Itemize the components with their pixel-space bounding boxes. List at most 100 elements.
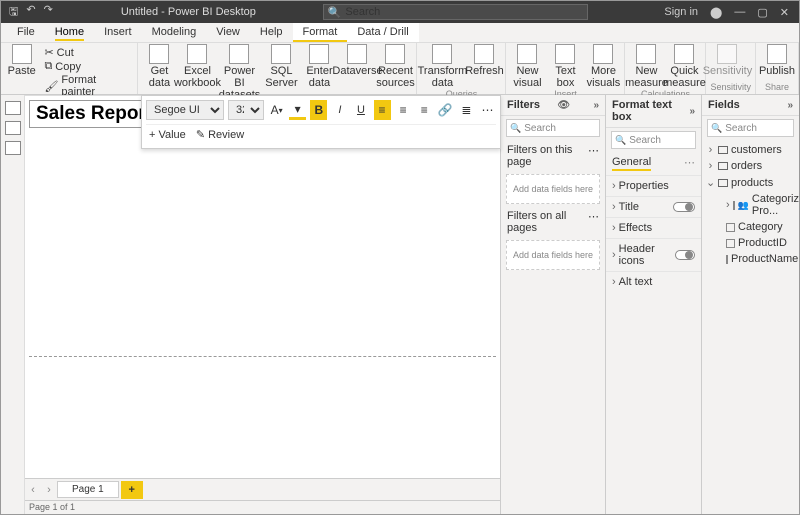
excel-button[interactable]: Excel workbook <box>180 44 214 89</box>
italic-button[interactable]: I <box>331 100 348 120</box>
cut-button[interactable]: ✂ Cut <box>44 46 131 59</box>
format-more-icon[interactable]: ⋯ <box>684 156 695 169</box>
transform-data-button[interactable]: Transform data <box>421 44 463 89</box>
bold-button[interactable]: B <box>310 100 327 120</box>
table-customers[interactable]: ›customers <box>706 142 795 158</box>
model-view-icon[interactable] <box>5 141 21 155</box>
recent-sources-button[interactable]: Recent sources <box>378 44 412 89</box>
save-icon[interactable]: 🖫 <box>9 3 18 22</box>
table-products[interactable]: ⌄products <box>706 174 795 191</box>
filters-all-pages-label: Filters on all pages⋯ <box>501 206 605 238</box>
window-title: Untitled - Power BI Desktop <box>121 6 256 18</box>
field-category[interactable]: Category <box>706 219 795 235</box>
fields-collapse-icon[interactable]: » <box>787 100 793 111</box>
fields-heading: Fields <box>708 99 740 111</box>
table-icon <box>718 179 728 187</box>
align-center-button[interactable]: ≡ <box>395 100 412 120</box>
prop-header-icons[interactable]: Header icons <box>606 238 701 271</box>
new-visual-button[interactable]: New visual <box>510 44 544 89</box>
quick-measure-button[interactable]: Quick measure <box>667 44 701 89</box>
enter-data-button[interactable]: Enter data <box>302 44 336 89</box>
font-color-button[interactable]: A▾ <box>268 100 285 120</box>
align-right-button[interactable]: ≡ <box>416 100 433 120</box>
header-toggle[interactable] <box>675 250 695 260</box>
undo-icon[interactable]: ↶ <box>26 3 35 22</box>
format-search[interactable]: Search <box>611 131 696 149</box>
prop-title[interactable]: Title <box>606 196 701 217</box>
new-measure-button[interactable]: New measure <box>629 44 663 89</box>
tab-view[interactable]: View <box>206 23 250 42</box>
filters-on-page-label: Filters on this page⋯ <box>501 140 605 172</box>
table-icon <box>718 146 728 154</box>
tab-file[interactable]: File <box>7 23 45 42</box>
sensitivity-button[interactable]: Sensitivity <box>710 44 744 77</box>
textbox-sales-report[interactable]: Sales Report <box>29 100 159 128</box>
table-icon <box>718 162 728 170</box>
tab-format[interactable]: Format <box>293 23 348 42</box>
underline-button[interactable]: U <box>352 100 369 120</box>
group-share-label: Share <box>760 82 794 93</box>
minimize-icon[interactable]: — <box>734 6 745 18</box>
filters-search[interactable]: Search <box>506 119 600 137</box>
page-next-icon[interactable]: › <box>41 484 57 496</box>
tab-insert[interactable]: Insert <box>94 23 142 42</box>
field-categorized[interactable]: ›👥Categorized Pro... <box>706 191 795 219</box>
copy-button[interactable]: ⧉ Copy <box>44 60 131 73</box>
get-data-button[interactable]: Get data <box>142 44 176 89</box>
font-size-select[interactable]: 32 <box>228 100 264 120</box>
prop-alt-text[interactable]: Alt text <box>606 271 701 292</box>
redo-icon[interactable]: ↷ <box>44 3 53 22</box>
tab-help[interactable]: Help <box>250 23 293 42</box>
text-format-toolbar: Segoe UI 32 A▾ ▾ B I U ≡ ≡ ≡ 🔗 ≣ ⋯ + Val… <box>141 95 501 149</box>
text-box-button[interactable]: Text box <box>548 44 582 89</box>
filters-all-dropzone[interactable]: Add data fields here <box>506 240 600 270</box>
font-family-select[interactable]: Segoe UI <box>146 100 224 120</box>
prop-properties[interactable]: Properties <box>606 175 701 196</box>
close-icon[interactable]: ✕ <box>780 6 789 19</box>
table-orders[interactable]: ›orders <box>706 158 795 174</box>
prop-effects[interactable]: Effects <box>606 217 701 238</box>
tab-home[interactable]: Home <box>45 23 94 42</box>
field-productid[interactable]: ProductID <box>706 235 795 251</box>
format-collapse-icon[interactable]: » <box>689 106 695 117</box>
format-heading: Format text box <box>612 99 689 123</box>
status-bar: Page 1 of 1 <box>25 500 500 514</box>
page-prev-icon[interactable]: ‹ <box>25 484 41 496</box>
report-view-icon[interactable] <box>5 101 21 115</box>
list-button[interactable]: ≣ <box>458 100 475 120</box>
more-button[interactable]: ⋯ <box>479 100 496 120</box>
maximize-icon[interactable]: ▢ <box>757 6 767 19</box>
avatar-icon[interactable]: ⬤ <box>710 6 722 19</box>
refresh-button[interactable]: Refresh <box>467 44 501 77</box>
link-button[interactable]: 🔗 <box>437 100 454 120</box>
review-button[interactable]: ✎ Review <box>196 128 244 141</box>
publish-button[interactable]: Publish <box>760 44 794 77</box>
add-value-button[interactable]: + Value <box>149 129 186 141</box>
paste-button[interactable]: Paste <box>5 44 38 77</box>
filters-collapse-icon[interactable]: » <box>593 100 599 111</box>
ribbon-tabs: File Home Insert Modeling View Help Form… <box>1 23 799 43</box>
canvas-divider <box>29 356 496 357</box>
tab-datadrill[interactable]: Data / Drill <box>347 23 418 42</box>
fields-search[interactable]: Search <box>707 119 794 137</box>
report-canvas[interactable]: Sales Report Segoe UI 32 A▾ ▾ B I U ≡ ≡ … <box>25 95 500 478</box>
highlight-button[interactable]: ▾ <box>289 100 306 120</box>
sql-server-button[interactable]: SQL Server <box>264 44 298 89</box>
view-rail <box>1 95 25 514</box>
field-productname[interactable]: ProductName <box>706 251 795 267</box>
more-visuals-button[interactable]: More visuals <box>586 44 620 89</box>
pbi-datasets-button[interactable]: Power BI datasets <box>218 44 260 101</box>
dataverse-button[interactable]: Dataverse <box>340 44 374 77</box>
tab-modeling[interactable]: Modeling <box>142 23 207 42</box>
format-general-tab[interactable]: General <box>612 156 651 171</box>
global-search[interactable]: 🔍 Search <box>323 4 588 20</box>
align-left-button[interactable]: ≡ <box>374 100 391 120</box>
page-tab-1[interactable]: Page 1 <box>57 481 119 498</box>
title-toggle[interactable] <box>673 202 695 212</box>
filters-page-dropzone[interactable]: Add data fields here <box>506 174 600 204</box>
data-view-icon[interactable] <box>5 121 21 135</box>
add-page-button[interactable]: + <box>121 481 143 499</box>
signin-link[interactable]: Sign in <box>664 6 698 18</box>
ribbon: Paste ✂ Cut ⧉ Copy 🖌 Format painter Clip… <box>1 43 799 95</box>
filters-visibility-icon[interactable]: 👁 <box>557 100 570 111</box>
